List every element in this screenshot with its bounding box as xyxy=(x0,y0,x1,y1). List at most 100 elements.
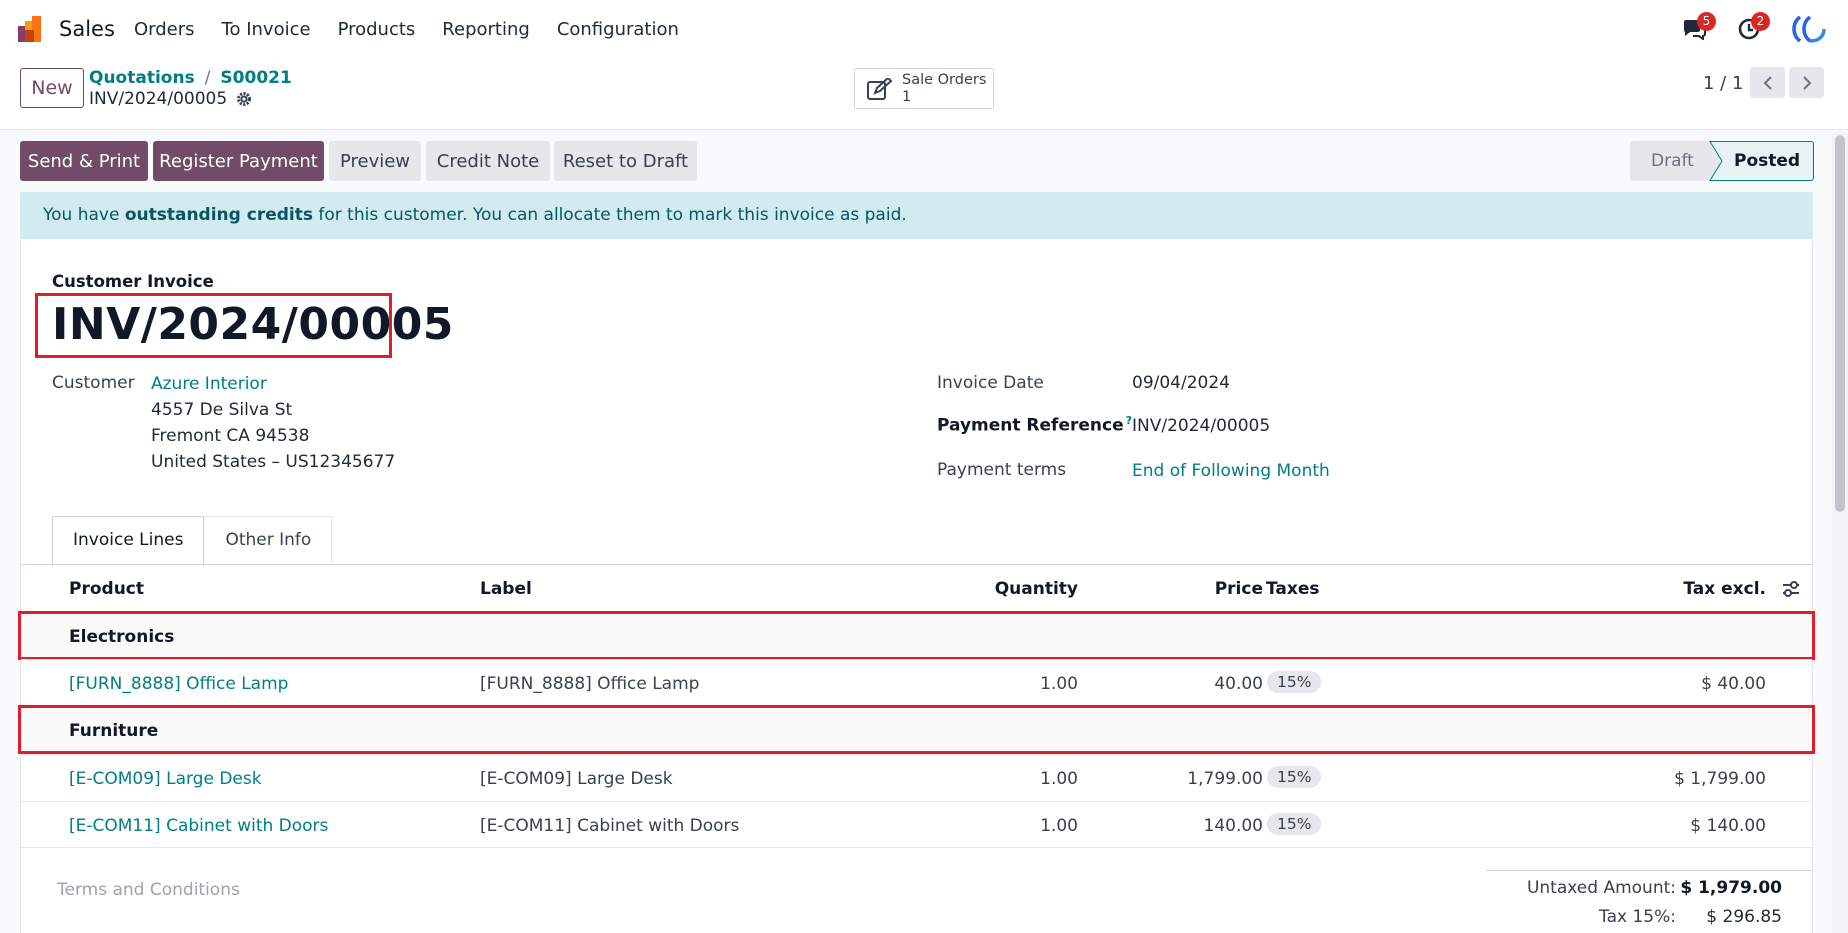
preview-button[interactable]: Preview xyxy=(329,141,421,181)
tax-label: Tax 15%: xyxy=(1599,907,1676,927)
credit-note-button[interactable]: Credit Note xyxy=(426,141,550,181)
new-button[interactable]: New xyxy=(20,68,84,108)
line-quantity: 1.00 xyxy=(1040,816,1078,836)
table-row[interactable]: [E-COM11] Cabinet with Doors [E-COM11] C… xyxy=(21,801,1812,848)
payment-reference-label-text: Payment Reference xyxy=(937,415,1124,436)
document-type: Customer Invoice xyxy=(52,272,214,291)
tax-badge: 15% xyxy=(1267,813,1322,835)
invoice-date-value[interactable]: 09/04/2024 xyxy=(1132,373,1230,393)
address-line-2: Fremont CA 94538 xyxy=(151,426,310,446)
edit-icon xyxy=(867,78,893,100)
customer-label: Customer xyxy=(52,373,135,393)
menu-reporting[interactable]: Reporting xyxy=(442,19,530,40)
top-navbar: Sales Orders To Invoice Products Reporti… xyxy=(0,0,1848,58)
tax-row: Tax 15%: $ 296.85 xyxy=(1486,900,1812,929)
scrollbar-thumb[interactable] xyxy=(1835,135,1845,512)
column-label[interactable]: Label xyxy=(480,579,532,599)
menu-to-invoice[interactable]: To Invoice xyxy=(222,19,311,40)
breadcrumb-order[interactable]: S00021 xyxy=(220,68,291,88)
breadcrumb-separator: / xyxy=(204,68,211,88)
status-steps: Draft Posted xyxy=(1630,141,1814,181)
column-product[interactable]: Product xyxy=(69,579,144,599)
line-subtotal: $ 40.00 xyxy=(1701,674,1766,694)
pager-previous-button[interactable] xyxy=(1750,67,1785,98)
line-quantity: 1.00 xyxy=(1040,674,1078,694)
smart-button-label: Sale Orders xyxy=(902,72,987,88)
outstanding-credits-link[interactable]: outstanding credits xyxy=(125,205,313,225)
breadcrumb: Quotations / S00021 xyxy=(89,68,292,88)
sale-orders-smart-button[interactable]: Sale Orders 1 xyxy=(854,68,994,109)
tax-value: $ 296.85 xyxy=(1706,907,1782,927)
payment-reference-value[interactable]: INV/2024/00005 xyxy=(1132,416,1270,436)
table-row[interactable]: [FURN_8888] Office Lamp [FURN_8888] Offi… xyxy=(21,659,1812,706)
record-name-label: INV/2024/00005 xyxy=(89,89,228,109)
menu-orders[interactable]: Orders xyxy=(134,19,195,40)
activities-badge: 2 xyxy=(1751,12,1770,31)
column-taxes[interactable]: Taxes xyxy=(1266,579,1320,599)
status-draft[interactable]: Draft xyxy=(1651,151,1694,171)
messages-icon[interactable]: 5 xyxy=(1682,12,1716,42)
optional-columns-icon[interactable] xyxy=(1782,580,1800,598)
invoice-sheet: Customer Invoice INV/2024/00005 Customer… xyxy=(18,239,1815,933)
line-label: [E-COM11] Cabinet with Doors xyxy=(480,816,740,836)
gear-icon[interactable] xyxy=(236,91,252,107)
breadcrumb-quotations[interactable]: Quotations xyxy=(89,68,195,88)
line-quantity: 1.00 xyxy=(1040,769,1078,789)
column-price[interactable]: Price xyxy=(1215,579,1263,599)
customer-name-link[interactable]: Azure Interior xyxy=(151,374,267,394)
table-row[interactable]: [E-COM09] Large Desk [E-COM09] Large Des… xyxy=(21,754,1812,801)
scrollbar-track[interactable] xyxy=(1832,131,1848,933)
untaxed-amount-row: Untaxed Amount: $ 1,979.00 xyxy=(1486,871,1812,900)
menu-products[interactable]: Products xyxy=(338,19,416,40)
outstanding-credits-alert: You have outstanding credits for this cu… xyxy=(20,192,1813,239)
product-link[interactable]: [E-COM11] Cabinet with Doors xyxy=(69,816,328,836)
invoice-date-label: Invoice Date xyxy=(937,373,1044,393)
column-tax-excl[interactable]: Tax excl. xyxy=(1683,579,1766,599)
payment-terms-label: Payment terms xyxy=(937,460,1067,480)
app-name[interactable]: Sales xyxy=(59,17,115,41)
notebook-tabs: Invoice Lines Other Info xyxy=(52,516,333,564)
line-price: 140.00 xyxy=(1203,816,1263,836)
tab-other-info[interactable]: Other Info xyxy=(204,516,333,564)
control-panel: New Quotations / S00021 INV/2024/00005 Sal… xyxy=(0,58,1848,130)
terms-and-conditions-field[interactable]: Terms and Conditions xyxy=(57,880,240,900)
line-label: [FURN_8888] Office Lamp xyxy=(480,674,700,694)
table-header: Product Label Quantity Price Taxes Tax e… xyxy=(21,565,1812,612)
record-name: INV/2024/00005 xyxy=(89,89,252,109)
pager-next-button[interactable] xyxy=(1789,67,1824,98)
company-logo-icon[interactable] xyxy=(1790,15,1826,43)
smart-button-count: 1 xyxy=(902,89,912,105)
reset-to-draft-button[interactable]: Reset to Draft xyxy=(554,141,697,181)
payment-terms-link[interactable]: End of Following Month xyxy=(1132,461,1330,481)
sales-app-icon[interactable] xyxy=(18,16,48,42)
address-line-1: 4557 De Silva St xyxy=(151,400,293,420)
line-subtotal: $ 140.00 xyxy=(1690,816,1766,836)
payment-reference-label: Payment Reference? xyxy=(937,414,1132,436)
register-payment-button[interactable]: Register Payment xyxy=(153,141,324,181)
chevron-left-icon xyxy=(1763,75,1772,90)
untaxed-amount-value: $ 1,979.00 xyxy=(1680,878,1782,898)
tax-badge: 15% xyxy=(1267,671,1322,693)
alert-prefix: You have xyxy=(43,205,125,225)
column-quantity[interactable]: Quantity xyxy=(995,579,1078,599)
line-price: 40.00 xyxy=(1214,674,1263,694)
activities-clock-icon[interactable]: 2 xyxy=(1738,12,1770,42)
status-bar: Send & Print Register Payment Preview Cr… xyxy=(0,131,1848,189)
send-print-button[interactable]: Send & Print xyxy=(20,141,148,181)
address-line-3: United States – US12345677 xyxy=(151,452,396,472)
product-link[interactable]: [E-COM09] Large Desk xyxy=(69,769,262,789)
highlight-box-furniture xyxy=(18,705,1815,754)
totals-summary: Untaxed Amount: $ 1,979.00 Tax 15%: $ 29… xyxy=(1486,870,1812,929)
tax-badge: 15% xyxy=(1267,766,1322,788)
product-link[interactable]: [FURN_8888] Office Lamp xyxy=(69,674,288,694)
main-menu: Orders To Invoice Products Reporting Con… xyxy=(134,19,706,40)
untaxed-amount-label: Untaxed Amount: xyxy=(1526,878,1676,898)
menu-configuration[interactable]: Configuration xyxy=(557,19,679,40)
tab-invoice-lines[interactable]: Invoice Lines xyxy=(52,516,205,564)
highlight-box-electronics xyxy=(18,611,1815,660)
highlight-box-title xyxy=(35,293,392,358)
line-price: 1,799.00 xyxy=(1187,769,1263,789)
status-posted[interactable]: Posted xyxy=(1734,151,1800,171)
pager-value[interactable]: 1 / 1 xyxy=(1703,73,1743,94)
line-label: [E-COM09] Large Desk xyxy=(480,769,673,789)
